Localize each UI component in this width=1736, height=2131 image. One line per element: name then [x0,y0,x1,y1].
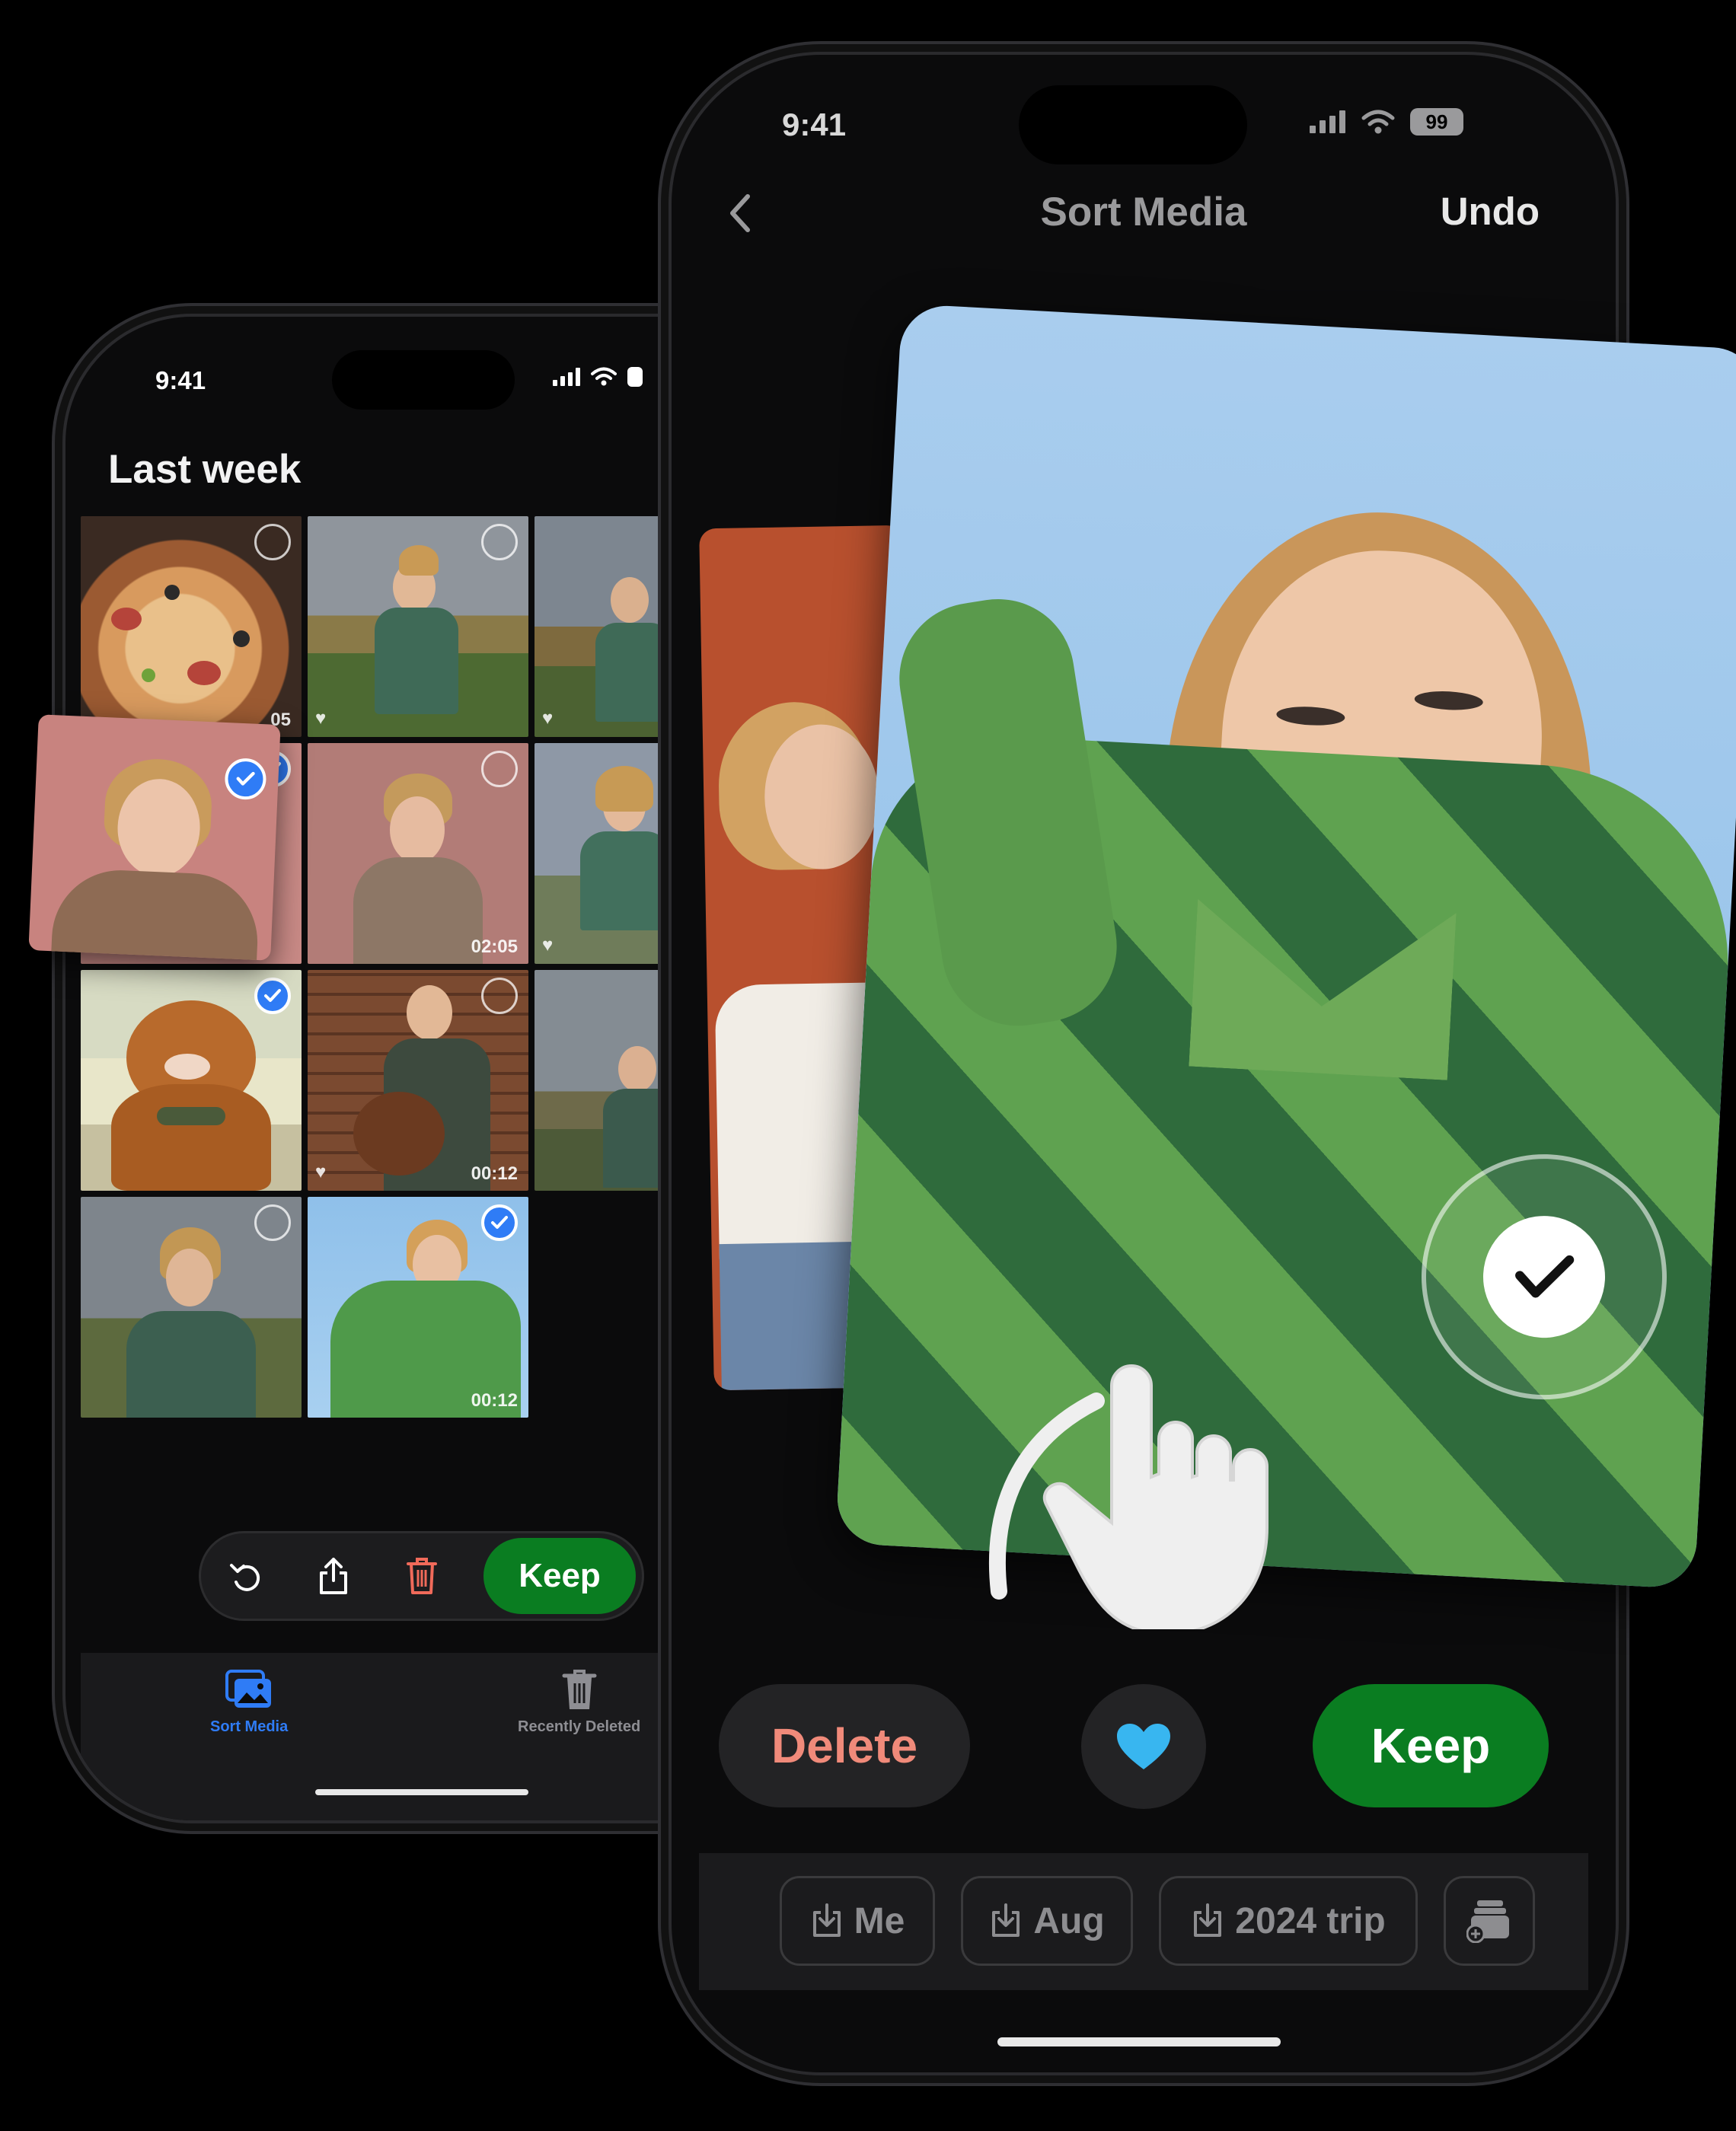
selected-check[interactable] [481,1204,518,1241]
grid-tile[interactable] [81,970,302,1191]
delete-button[interactable]: Delete [719,1684,970,1807]
favorite-icon: ♥ [315,708,327,729]
status-icons: 99 [1310,108,1463,136]
favorite-icon: ♥ [315,1162,327,1182]
select-circle[interactable] [481,524,518,560]
grid-tile[interactable] [81,1197,302,1418]
save-to-album-icon [992,1903,1020,1937]
selected-check[interactable] [254,978,291,1014]
media-grid: 05 ♥ ♥ 02:05 ♥ ♥ 00:12 00:12 [81,516,755,1418]
album-chip-me[interactable]: Me [780,1876,935,1966]
undo-icon [230,1564,260,1591]
favorite-button[interactable] [1081,1684,1206,1809]
status-icons [553,367,643,387]
album-chip-aug[interactable]: Aug [961,1876,1133,1966]
grid-tile[interactable]: ♥ [308,516,528,737]
delete-button[interactable] [378,1556,466,1596]
swipe-gesture-hand-icon [988,1364,1268,1629]
favorite-icon: ♥ [542,708,554,729]
dynamic-island [1019,85,1247,164]
selection-action-bar: Keep [199,1531,644,1621]
grid-tile[interactable]: 02:05 [308,743,528,964]
album-label: Me [854,1900,905,1941]
trash-icon [407,1558,437,1594]
wifi-icon [1361,110,1395,134]
favorite-icon: ♥ [542,935,554,955]
album-label: 2024 trip [1235,1900,1386,1941]
add-album-button[interactable] [1444,1876,1535,1966]
nav-bar: Sort Media Undo [672,184,1616,245]
wifi-icon [591,367,617,386]
heart-icon [1117,1724,1170,1769]
share-button[interactable] [289,1556,378,1596]
status-time: 9:41 [782,107,847,142]
grid-tile[interactable]: 00:12 [308,1197,528,1418]
grid-tile[interactable]: 05 [81,516,302,737]
tab-label: Recently Deleted [518,1718,641,1735]
cellular-signal-icon [1310,110,1345,133]
checkmark-icon [1515,1255,1575,1298]
keep-button[interactable]: Keep [483,1538,636,1614]
album-chip-2024-trip[interactable]: 2024 trip [1159,1876,1418,1966]
album-shortcuts: Me Aug 2024 trip [699,1853,1588,1990]
photos-stack-icon [225,1670,272,1708]
check-badge [1479,1212,1609,1341]
tab-recently-deleted[interactable]: Recently Deleted [518,1668,640,1736]
decision-buttons: Delete Keep [672,1683,1616,1812]
video-duration: 00:12 [471,1163,518,1184]
album-label: Aug [1033,1900,1105,1941]
battery-indicator: 99 [1410,108,1463,136]
cellular-signal-icon [553,368,580,386]
tab-label: Sort Media [210,1718,289,1735]
save-to-album-icon [812,1903,841,1937]
select-circle[interactable] [254,1204,291,1241]
save-to-album-icon [1194,1903,1222,1937]
undo-button[interactable]: Undo [1441,189,1540,234]
share-icon [320,1558,347,1594]
battery-level: 99 [1425,110,1448,133]
video-duration: 00:12 [471,1390,518,1411]
selected-check[interactable] [224,757,267,801]
trash-icon [562,1670,597,1709]
dynamic-island [332,350,515,410]
select-circle[interactable] [254,524,291,560]
keep-button[interactable]: Keep [1313,1684,1549,1807]
add-album-icon [1466,1900,1509,1943]
battery-icon [627,367,643,387]
select-circle[interactable] [481,751,518,787]
undo-button[interactable] [201,1558,289,1594]
select-circle[interactable] [481,978,518,1014]
section-title: Last week [108,447,302,492]
checkmark-icon [264,989,281,1002]
checkmark-icon [491,1216,508,1229]
grid-tile[interactable]: ♥ 00:12 [308,970,528,1191]
tab-sort-media[interactable]: Sort Media [210,1668,288,1736]
home-indicator [315,1789,528,1795]
video-duration: 02:05 [471,936,518,957]
home-indicator [997,2037,1281,2046]
dragged-photo-card[interactable] [28,714,281,961]
status-time: 9:41 [155,366,206,394]
checkmark-icon [236,771,255,786]
